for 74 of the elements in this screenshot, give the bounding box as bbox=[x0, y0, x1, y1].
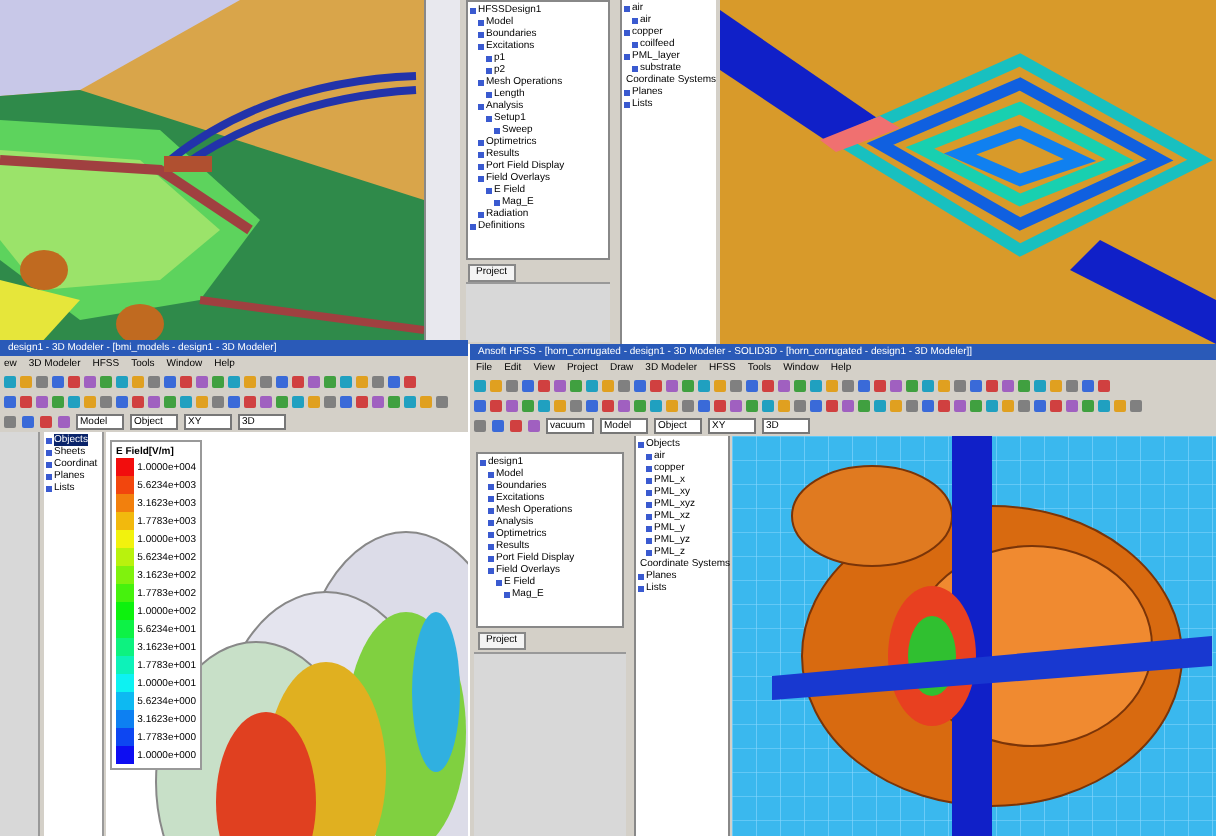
tree-node-icon bbox=[646, 537, 652, 543]
tree-node-icon bbox=[488, 519, 494, 525]
legend-swatch bbox=[116, 692, 134, 710]
tree-node-icon bbox=[488, 507, 494, 513]
tree-node-icon bbox=[646, 513, 652, 519]
tree-node-icon bbox=[646, 525, 652, 531]
tree-node-icon bbox=[486, 67, 492, 73]
tree-node-icon bbox=[480, 459, 486, 465]
tree-node-icon bbox=[478, 19, 484, 25]
tree-node-icon bbox=[624, 89, 630, 95]
tree-node-icon bbox=[46, 461, 52, 467]
tree-node-icon bbox=[478, 139, 484, 145]
tree-node-icon bbox=[624, 53, 630, 59]
tree-node-icon bbox=[638, 573, 644, 579]
tree-node-icon bbox=[504, 591, 510, 597]
tree-node-icon bbox=[646, 477, 652, 483]
legend-swatch bbox=[116, 602, 134, 620]
tree-node-icon bbox=[478, 79, 484, 85]
legend-swatch bbox=[116, 494, 134, 512]
tree-node-icon bbox=[646, 501, 652, 507]
tree-node-icon bbox=[478, 31, 484, 37]
tree-node-icon bbox=[46, 437, 52, 443]
tree-node-icon bbox=[488, 543, 494, 549]
tree-node-icon bbox=[470, 7, 476, 13]
tree-node-icon bbox=[632, 41, 638, 47]
legend-swatch bbox=[116, 710, 134, 728]
tree-node-icon bbox=[488, 495, 494, 501]
tree-node-icon bbox=[488, 471, 494, 477]
tree-node-icon bbox=[494, 127, 500, 133]
tree-node-icon bbox=[624, 101, 630, 107]
tree-node-icon bbox=[478, 103, 484, 109]
legend-swatch bbox=[116, 584, 134, 602]
legend-swatch bbox=[116, 728, 134, 746]
tree-node-icon bbox=[486, 115, 492, 121]
tree-node-icon bbox=[486, 55, 492, 61]
tree-node-icon bbox=[478, 163, 484, 169]
legend-swatch bbox=[116, 530, 134, 548]
legend-swatch bbox=[116, 458, 134, 476]
tree-node-icon bbox=[46, 449, 52, 455]
tree-node-icon bbox=[478, 43, 484, 49]
tree-node-icon bbox=[486, 187, 492, 193]
legend-swatch bbox=[116, 656, 134, 674]
tree-node-icon bbox=[646, 453, 652, 459]
tree-node-icon bbox=[488, 531, 494, 537]
tree-node-icon bbox=[478, 175, 484, 181]
tree-node-icon bbox=[470, 223, 476, 229]
tree-node-icon bbox=[478, 151, 484, 157]
tree-node-icon bbox=[646, 489, 652, 495]
legend-swatch bbox=[116, 548, 134, 566]
tree-node-icon bbox=[624, 29, 630, 35]
tree-node-icon bbox=[486, 91, 492, 97]
tree-node-icon bbox=[496, 579, 502, 585]
tree-node-icon bbox=[488, 567, 494, 573]
tree-node-icon bbox=[46, 473, 52, 479]
legend-swatch bbox=[116, 638, 134, 656]
tree-node-icon bbox=[646, 549, 652, 555]
tree-node-icon bbox=[624, 5, 630, 11]
legend-swatch bbox=[116, 746, 134, 764]
tree-node-icon bbox=[646, 465, 652, 471]
properties-panel bbox=[466, 282, 610, 342]
legend-swatch bbox=[116, 674, 134, 692]
tree-node-icon bbox=[632, 65, 638, 71]
tree-node-icon bbox=[488, 555, 494, 561]
tree-node-icon bbox=[488, 483, 494, 489]
legend-swatch bbox=[116, 512, 134, 530]
tree-node-icon bbox=[638, 585, 644, 591]
tree-node-icon bbox=[478, 211, 484, 217]
tree-node-icon bbox=[494, 199, 500, 205]
tree-node-icon bbox=[638, 441, 644, 447]
tree-node-icon bbox=[46, 485, 52, 491]
legend-swatch bbox=[116, 620, 134, 638]
legend-swatch bbox=[116, 476, 134, 494]
tree-node-icon bbox=[632, 17, 638, 23]
legend-swatch bbox=[116, 566, 134, 584]
